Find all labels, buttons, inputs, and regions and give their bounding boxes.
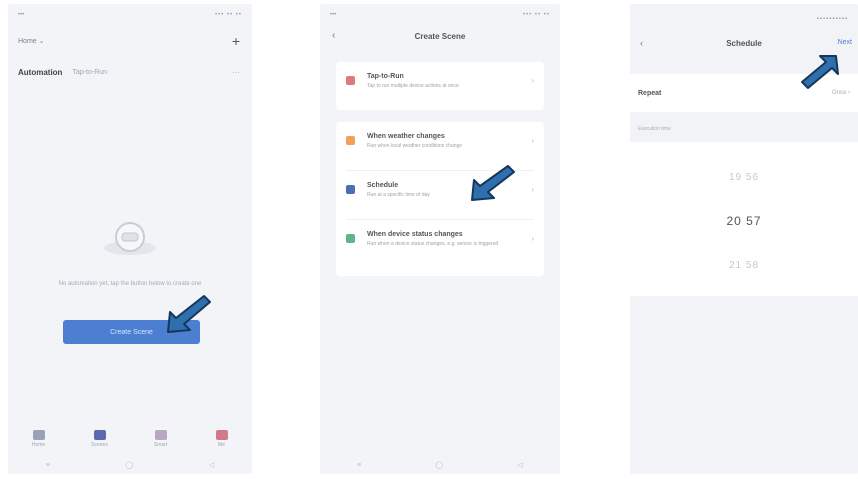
home-header: Home ⌄ + (18, 34, 240, 48)
time-option-selected[interactable]: 20 57 (630, 214, 858, 228)
page-title: Create Scene (414, 32, 466, 41)
page-title: Schedule (726, 39, 762, 48)
status-bar: ••• ••• •• •• (330, 10, 550, 20)
chevron-right-icon: › (531, 234, 534, 243)
nav-item-home[interactable]: Home (14, 430, 64, 448)
tap-to-run-icon (346, 76, 355, 85)
weather-icon (346, 136, 355, 145)
empty-state-icon (104, 222, 156, 255)
more-icon[interactable]: ··· (232, 68, 240, 77)
nav-label: Smart (153, 442, 168, 448)
smart-icon (154, 430, 167, 440)
next-button[interactable]: Next (838, 39, 852, 46)
tab-automation[interactable]: Automation (18, 68, 62, 77)
phone-screen-create-scene: ••• ••• •• •• ‹ Create Scene Tap-to-Run … (320, 4, 560, 474)
menu-key[interactable]: ≡ (46, 462, 50, 469)
scenes-icon (93, 430, 106, 440)
empty-state-text: No automation yet, tap the button below … (58, 281, 202, 287)
phone-screen-automation: ••• ••• •• •• Home ⌄ + Automation Tap-to… (8, 4, 252, 474)
status-bar: ••• ••• •• •• (18, 10, 242, 20)
status-bar: ▪▪▪▪▪▪▪▪▪▪ (640, 14, 848, 24)
tab-tap-to-run[interactable]: Tap-to-Run (72, 69, 107, 76)
option-title: When device status changes (367, 231, 463, 238)
status-left: ••• (330, 12, 337, 18)
back-key[interactable]: ◁ (209, 461, 214, 469)
status-right: ••• •• •• (522, 12, 550, 18)
option-title: Tap-to-Run (367, 73, 404, 80)
home-key[interactable]: ◯ (125, 461, 133, 469)
phone-screen-schedule: ▪▪▪▪▪▪▪▪▪▪ ‹ Schedule Next Repeat Once ›… (630, 4, 858, 474)
nav-label: Me (218, 442, 225, 448)
option-description: Tap to run multiple device actions at on… (367, 83, 459, 89)
nav-label: Scenes (91, 442, 108, 448)
pointer-arrow-icon (801, 55, 839, 89)
option-title: When weather changes (367, 133, 445, 140)
schedule-icon (346, 185, 355, 194)
nav-item-me[interactable]: Me (197, 430, 247, 448)
chevron-right-icon: › (531, 185, 534, 194)
option-device-status-changes[interactable]: When device status changes Run when a de… (336, 220, 544, 248)
scene-tabs: Automation Tap-to-Run ··· (18, 68, 240, 77)
device-status-icon (346, 234, 355, 243)
pointer-arrow-icon (167, 295, 211, 333)
time-option[interactable]: 21 58 (630, 260, 858, 271)
nav-item-smart[interactable]: Smart (136, 430, 186, 448)
nav-item-scenes[interactable]: Scenes (75, 430, 125, 448)
status-right: ••• •• •• (214, 12, 242, 18)
nav-label: Home (31, 442, 46, 448)
option-description: Run when local weather conditions change (367, 143, 463, 149)
status-right: ▪▪▪▪▪▪▪▪▪▪ (816, 16, 848, 22)
status-left: ••• (18, 12, 25, 18)
section-label: Execution time (638, 126, 671, 132)
chevron-right-icon: › (531, 76, 534, 85)
chevron-right-icon: › (531, 136, 534, 145)
time-option[interactable]: 19 56 (630, 172, 858, 183)
page-header: ‹ Schedule Next (630, 34, 858, 54)
option-description: Run when a device status changes, e.g. s… (367, 241, 499, 247)
bottom-nav: Home Scenes Smart Me (8, 430, 252, 458)
profile-icon (215, 430, 228, 440)
home-icon (32, 430, 45, 440)
pointer-arrow-icon (471, 165, 515, 201)
home-selector[interactable]: Home ⌄ (18, 37, 44, 45)
add-icon[interactable]: + (232, 34, 240, 48)
system-nav-bar: ≡ ◯ ◁ (8, 460, 252, 470)
back-key[interactable]: ◁ (517, 461, 522, 469)
system-nav-bar: ≡ ◯ ◁ (320, 460, 560, 470)
time-picker[interactable]: 19 56 20 57 21 58 (630, 142, 858, 296)
home-key[interactable]: ◯ (435, 461, 443, 469)
menu-key[interactable]: ≡ (357, 462, 361, 469)
repeat-label: Repeat (638, 89, 662, 97)
option-card-tap-to-run: Tap-to-Run Tap to run multiple device ac… (336, 62, 544, 110)
page-header: ‹ Create Scene (320, 30, 560, 46)
option-tap-to-run[interactable]: Tap-to-Run Tap to run multiple device ac… (336, 62, 544, 90)
